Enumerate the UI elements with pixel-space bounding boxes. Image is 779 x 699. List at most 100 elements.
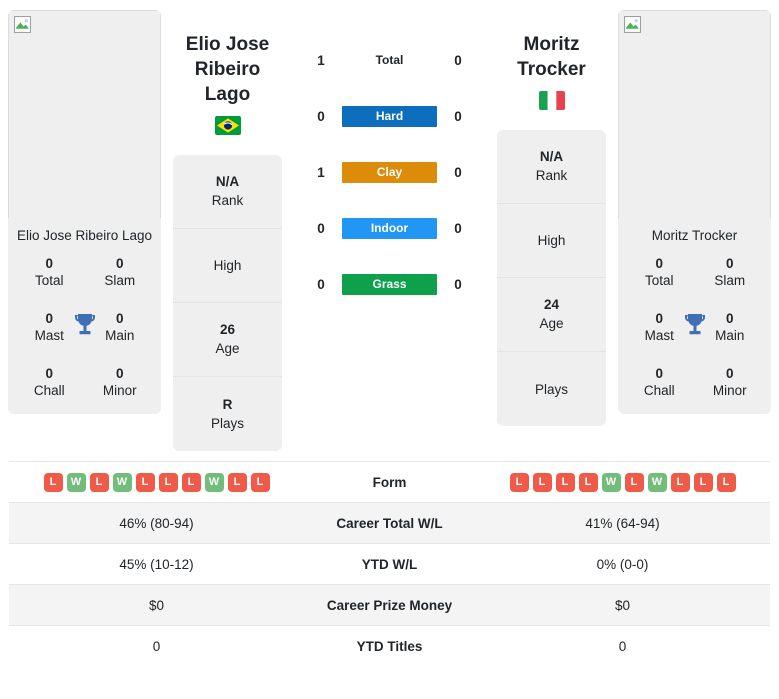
right-value-cell: LLLLWLWLLL (475, 462, 770, 503)
surface-right-score: 0 (454, 108, 462, 124)
table-row: 0 YTD Titles 0 (9, 625, 770, 667)
players-header-area: Elio Jose Ribeiro Lago 0 Total 0 Slam 0 … (0, 0, 779, 451)
surface-left-score: 1 (317, 164, 325, 180)
table-row: $0 Career Prize Money $0 (9, 584, 770, 626)
form-badge: W (647, 472, 667, 492)
stat-label-cell: YTD W/L (361, 556, 418, 572)
form-badge: L (532, 472, 552, 492)
stat-label-cell: Form (372, 474, 407, 490)
form-badge: L (555, 472, 575, 492)
surface-label-clay: Clay (342, 161, 437, 183)
left-player-titles-grid: 0 Total 0 Slam 0 Mast 0 Main 0 Chall 0 M… (8, 255, 161, 414)
left-player-photo-name: Elio Jose Ribeiro Lago (16, 228, 153, 243)
form-badge: W (112, 472, 132, 492)
left-player-card: Elio Jose Ribeiro Lago 0 Total 0 Slam 0 … (8, 10, 161, 414)
surface-left-score: 1 (317, 52, 325, 68)
right-form-strip: LLLLWLWLLL (475, 472, 770, 492)
left-player-info-column: Elio Jose Ribeiro Lago N/A Rank High 26 … (169, 10, 286, 451)
surface-right-score: 0 (454, 164, 462, 180)
form-badge: L (158, 472, 178, 492)
stat-label-cell: Career Total W/L (336, 515, 443, 531)
left-player-name: Elio Jose Ribeiro Lago (185, 34, 270, 105)
surface-left-score: 0 (317, 108, 325, 124)
form-badge: L (227, 472, 247, 492)
form-badge: L (43, 472, 63, 492)
left-info-plays: R Plays (210, 396, 244, 431)
comparison-stats-table: L W L W L L L W L L Form L L L L W L W L L L 46% (80-94) Caree… (9, 461, 770, 667)
right-titles-chall: 0 Chall (643, 366, 675, 398)
surface-row-hard: 0 Hard 0 (286, 88, 493, 144)
form-badge: W (204, 472, 224, 492)
left-value-cell: 0 (152, 638, 161, 654)
right-info-age: 24 Age (497, 278, 606, 352)
form-badge: L (89, 472, 109, 492)
surface-row-indoor: 0 Indoor 0 (286, 200, 493, 256)
trophy-icon (684, 314, 705, 335)
form-badge: L (578, 472, 598, 492)
surface-right-score: 0 (454, 52, 462, 68)
surface-label-total: Total (375, 52, 404, 67)
table-row: 46% (80-94) Career Total W/L 41% (64-94) (9, 502, 770, 544)
broken-image-icon (624, 16, 641, 33)
left-titles-chall: 0 Chall (33, 366, 65, 398)
right-value-cell: 41% (64-94) (585, 515, 660, 531)
left-info-age: 26 Age (173, 303, 282, 377)
surface-right-score: 0 (454, 276, 462, 292)
right-value-cell: 0% (0-0) (596, 556, 649, 572)
table-row: 45% (10-12) YTD W/L 0% (0-0) (9, 543, 770, 585)
right-player-photo-frame (618, 10, 771, 218)
table-row: L W L W L L L W L L Form L L L L W L W L L L (9, 461, 770, 503)
right-info-high: High (497, 204, 606, 278)
trophy-icon (74, 314, 95, 335)
player-comparison-page: Elio Jose Ribeiro Lago 0 Total 0 Slam 0 … (0, 0, 779, 699)
form-badge: L (624, 472, 644, 492)
surface-label-grass: Grass (342, 273, 437, 295)
left-info-high: High (173, 229, 282, 303)
form-badge: L (509, 472, 529, 492)
left-form-strip: LWLWLLLWLL (9, 472, 304, 492)
form-badge: L (250, 472, 270, 492)
broken-image-icon (14, 16, 31, 33)
form-badge: L (716, 472, 736, 492)
surface-label-hard: Hard (342, 105, 437, 127)
italy-flag-icon (538, 91, 565, 110)
stat-label-cell: Career Prize Money (326, 597, 453, 613)
surface-label-indoor: Indoor (342, 217, 437, 239)
left-player-photo-column: Elio Jose Ribeiro Lago 0 Total 0 Slam 0 … (0, 10, 169, 414)
left-value-cell: $0 (148, 597, 165, 613)
left-titles-slam: 0 Slam (104, 256, 136, 288)
brazil-flag-icon (214, 116, 241, 135)
right-player-photo-name: Moritz Trocker (651, 228, 738, 243)
left-value-cell: LWLWLLLWLL (9, 462, 304, 503)
right-info-rank: N/A Rank (497, 130, 606, 204)
stat-label-cell: YTD Titles (356, 638, 423, 654)
form-badge: L (135, 472, 155, 492)
form-badge: L (181, 472, 201, 492)
right-player-card: Moritz Trocker 0 Total 0 Slam 0 Mast 0 M… (618, 10, 771, 414)
right-player-titles-grid: 0 Total 0 Slam 0 Mast 0 Main 0 Chall 0 M… (618, 255, 771, 414)
right-titles-minor: 0 Minor (712, 366, 747, 398)
surface-row-total: 1 Total 0 (286, 32, 493, 88)
surface-right-score: 0 (454, 220, 462, 236)
form-badge: W (601, 472, 621, 492)
left-titles-minor: 0 Minor (102, 366, 137, 398)
right-player-info-card: N/A Rank High 24 Age Plays (497, 130, 606, 426)
surface-head-to-head: 1 Total 0 0 Hard 0 1 Clay 0 0 Indoor 0 0 Grass 0 (286, 10, 493, 312)
left-titles-total: 0 Total (34, 256, 64, 288)
form-badge: L (670, 472, 690, 492)
right-titles-slam: 0 Slam (714, 256, 746, 288)
right-value-cell: 0 (618, 638, 627, 654)
right-player-info-column: Moritz Trocker N/A Rank High 24 Age Play… (493, 10, 610, 426)
surface-left-score: 0 (317, 276, 325, 292)
left-info-rank: N/A Rank (173, 155, 282, 229)
surface-left-score: 0 (317, 220, 325, 236)
right-info-plays: Plays (534, 381, 568, 397)
surface-row-clay: 1 Clay 0 (286, 144, 493, 200)
left-value-cell: 46% (80-94) (119, 515, 194, 531)
surface-row-grass: 0 Grass 0 (286, 256, 493, 312)
right-player-photo-column: Moritz Trocker 0 Total 0 Slam 0 Mast 0 M… (610, 10, 779, 414)
right-titles-total: 0 Total (644, 256, 674, 288)
left-player-info-card: N/A Rank High 26 Age R Plays (173, 155, 282, 451)
right-player-name: Moritz Trocker (517, 34, 586, 80)
left-player-photo-frame (8, 10, 161, 218)
